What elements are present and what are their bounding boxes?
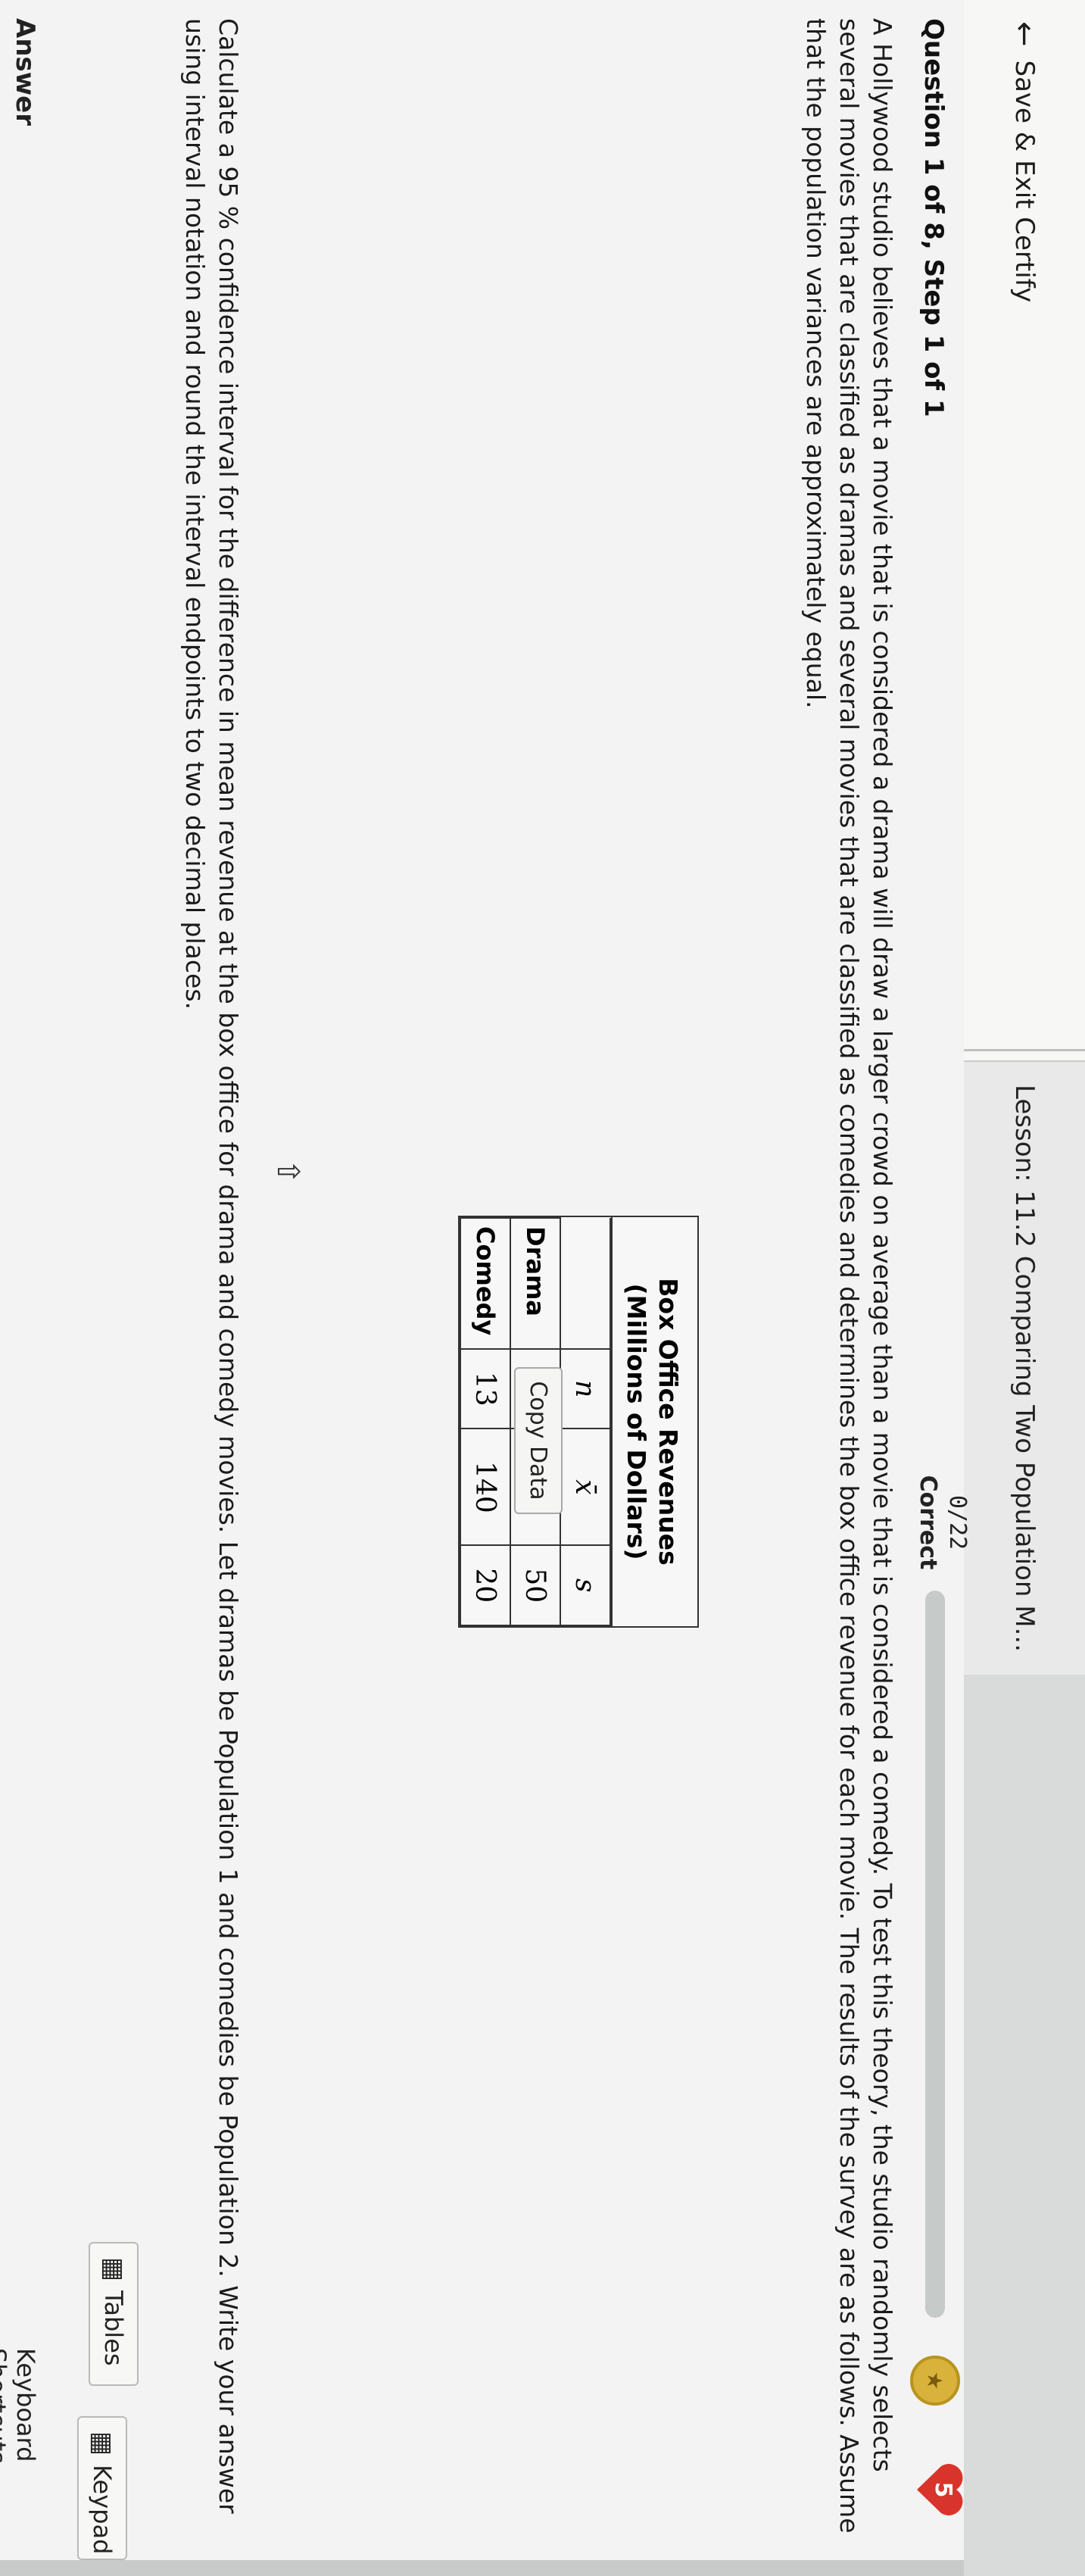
column-header: x̄ bbox=[560, 1429, 610, 1546]
column-header: s bbox=[560, 1545, 610, 1625]
table-cell: 20 bbox=[460, 1545, 510, 1625]
keypad-button[interactable]: ▦ Keypad bbox=[77, 2416, 127, 2560]
progress-bar bbox=[925, 1591, 945, 2318]
score-fraction: 0/22 bbox=[944, 1494, 971, 1550]
row-label: Drama bbox=[510, 1218, 560, 1349]
back-arrow-icon: ← bbox=[1007, 21, 1042, 47]
score-display: 0/22 Correct bbox=[912, 1447, 971, 1598]
right-edge-bar bbox=[0, 2560, 964, 2576]
table-row: Comedy 13 140 20 bbox=[460, 1218, 510, 1625]
table-corner bbox=[560, 1218, 610, 1349]
row-label: Comedy bbox=[460, 1218, 510, 1349]
table-header-row: n x̄ s bbox=[560, 1218, 610, 1625]
hearts-indicator: 5 bbox=[915, 2462, 964, 2518]
keyboard-shortcuts-link[interactable]: Keyboard Shortcuts bbox=[0, 2348, 40, 2576]
page: ← Save & Exit Certify Lesson: 11.2 Compa… bbox=[0, 0, 1085, 2576]
column-header: n bbox=[560, 1349, 610, 1429]
header-divider bbox=[964, 1049, 1085, 1051]
answer-label: Answer bbox=[10, 18, 40, 126]
save-exit-label: Save & Exit Certify bbox=[1009, 60, 1040, 303]
hearts-count: 5 bbox=[930, 2481, 956, 2498]
star-badge-icon: ★ bbox=[910, 2356, 960, 2406]
instructions-text: Calculate a 95 % confidence interval for… bbox=[180, 18, 243, 2514]
question-heading: Question 1 of 8, Step 1 of 1 bbox=[918, 18, 949, 417]
score-label: Correct bbox=[915, 1475, 941, 1570]
copy-data-button[interactable]: Copy Data bbox=[514, 1367, 563, 1514]
table-grid-icon: ▦ bbox=[98, 2257, 129, 2282]
keypad-label: Keypad bbox=[88, 2465, 117, 2555]
question-text: A Hollywood studio believes that a movie… bbox=[801, 18, 897, 2534]
data-table: Box Office Revenues (Millions of Dollars… bbox=[458, 1216, 699, 1628]
tables-label: Tables bbox=[99, 2290, 128, 2366]
table-cell: 50 bbox=[510, 1545, 560, 1625]
save-exit-button[interactable]: ← Save & Exit Certify bbox=[994, 21, 1055, 302]
table-cell: 13 bbox=[460, 1349, 510, 1429]
table-caption: Box Office Revenues (Millions of Dollars… bbox=[611, 1217, 697, 1626]
tables-button[interactable]: ▦ Tables bbox=[89, 2242, 139, 2386]
keypad-icon: ▦ bbox=[87, 2431, 117, 2456]
mouse-cursor-icon: ⇧ bbox=[270, 1159, 305, 1185]
lesson-title[interactable]: Lesson: 11.2 Comparing Two Population M.… bbox=[964, 1060, 1085, 1675]
header-left: ← Save & Exit Certify bbox=[964, 0, 1085, 1091]
table-cell: 140 bbox=[460, 1429, 510, 1546]
